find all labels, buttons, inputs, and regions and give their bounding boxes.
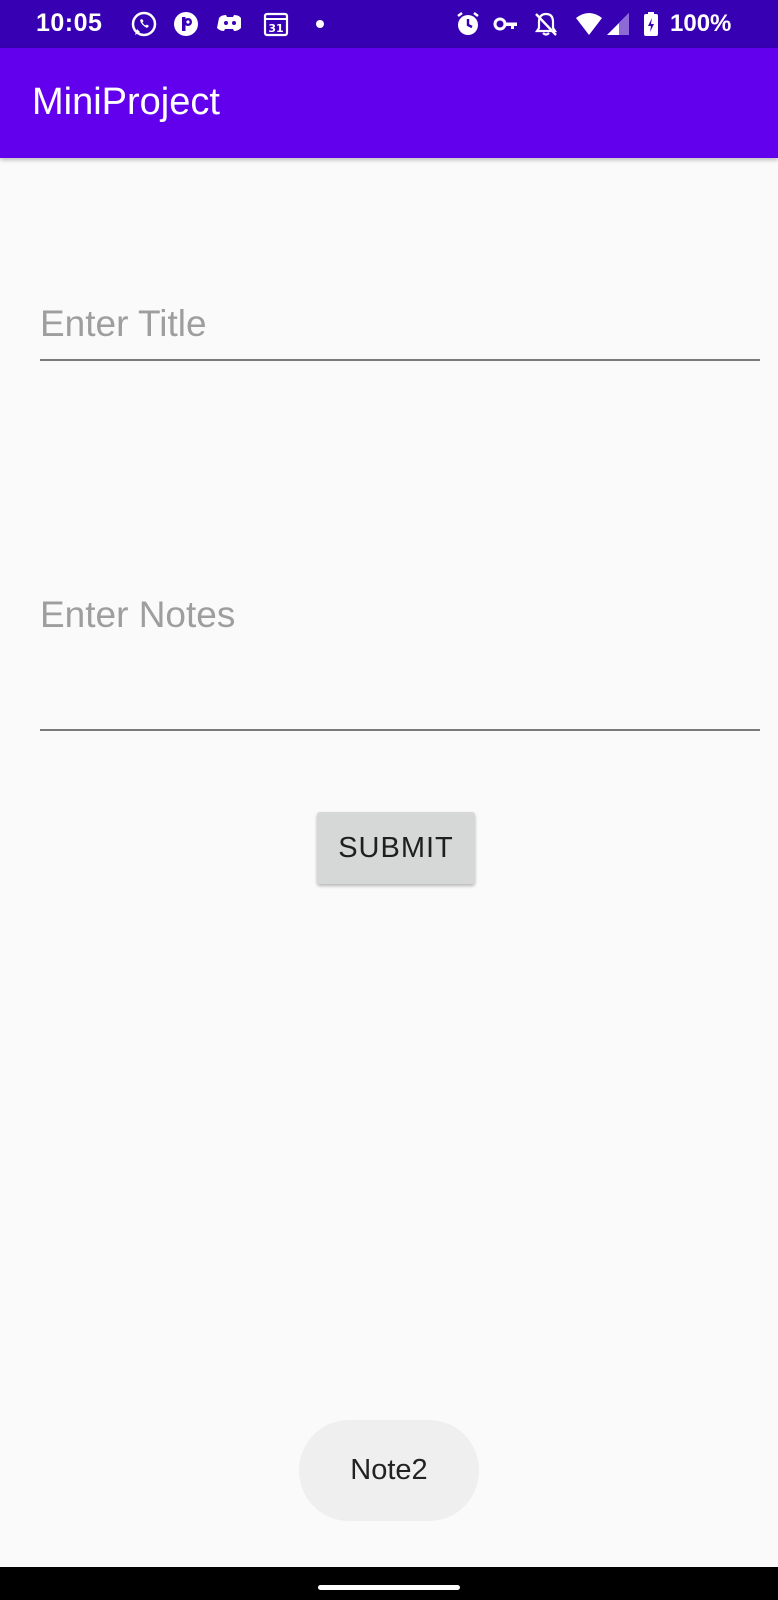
app-title: MiniProject: [32, 81, 220, 123]
home-gesture-handle[interactable]: [318, 1585, 460, 1590]
whatsapp-icon: [130, 10, 158, 38]
app-p-icon: [172, 10, 200, 38]
discord-icon: [216, 10, 244, 38]
vpn-key-icon: [492, 10, 520, 38]
battery-percentage: 100%: [670, 10, 732, 37]
status-bar: 10:05 31 100%: [0, 0, 778, 48]
app-bar: MiniProject: [0, 48, 778, 158]
calendar-icon: 31: [262, 10, 290, 38]
dot-icon: [306, 10, 334, 38]
bell-off-icon: [532, 10, 560, 38]
signal-icon: [605, 10, 633, 38]
title-input[interactable]: [40, 298, 760, 361]
calendar-day: 31: [268, 22, 283, 35]
navigation-bar: [0, 1567, 778, 1600]
wifi-icon: [575, 10, 603, 38]
toast-message: Note2: [299, 1420, 479, 1521]
battery-icon: [640, 10, 662, 38]
notes-input[interactable]: [40, 588, 760, 731]
status-time: 10:05: [36, 9, 103, 37]
submit-button[interactable]: SUBMIT: [317, 812, 475, 884]
toast-text: Note2: [350, 1454, 428, 1486]
alarm-icon: [454, 10, 482, 38]
